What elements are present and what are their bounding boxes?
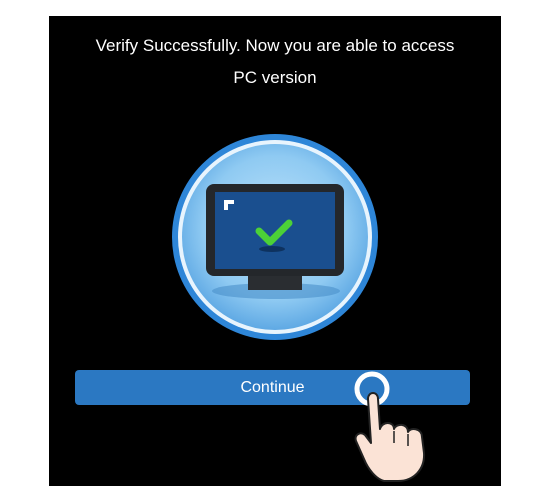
tap-hand-icon — [354, 371, 426, 482]
monitor-check-icon — [172, 134, 378, 340]
verification-screen: Verify Successfully. Now you are able to… — [49, 16, 501, 486]
success-message-line-1: Verify Successfully. Now you are able to… — [95, 36, 455, 55]
success-message-line-2: PC version — [233, 68, 317, 87]
success-message: Verify Successfully. Now you are able to… — [49, 30, 501, 94]
